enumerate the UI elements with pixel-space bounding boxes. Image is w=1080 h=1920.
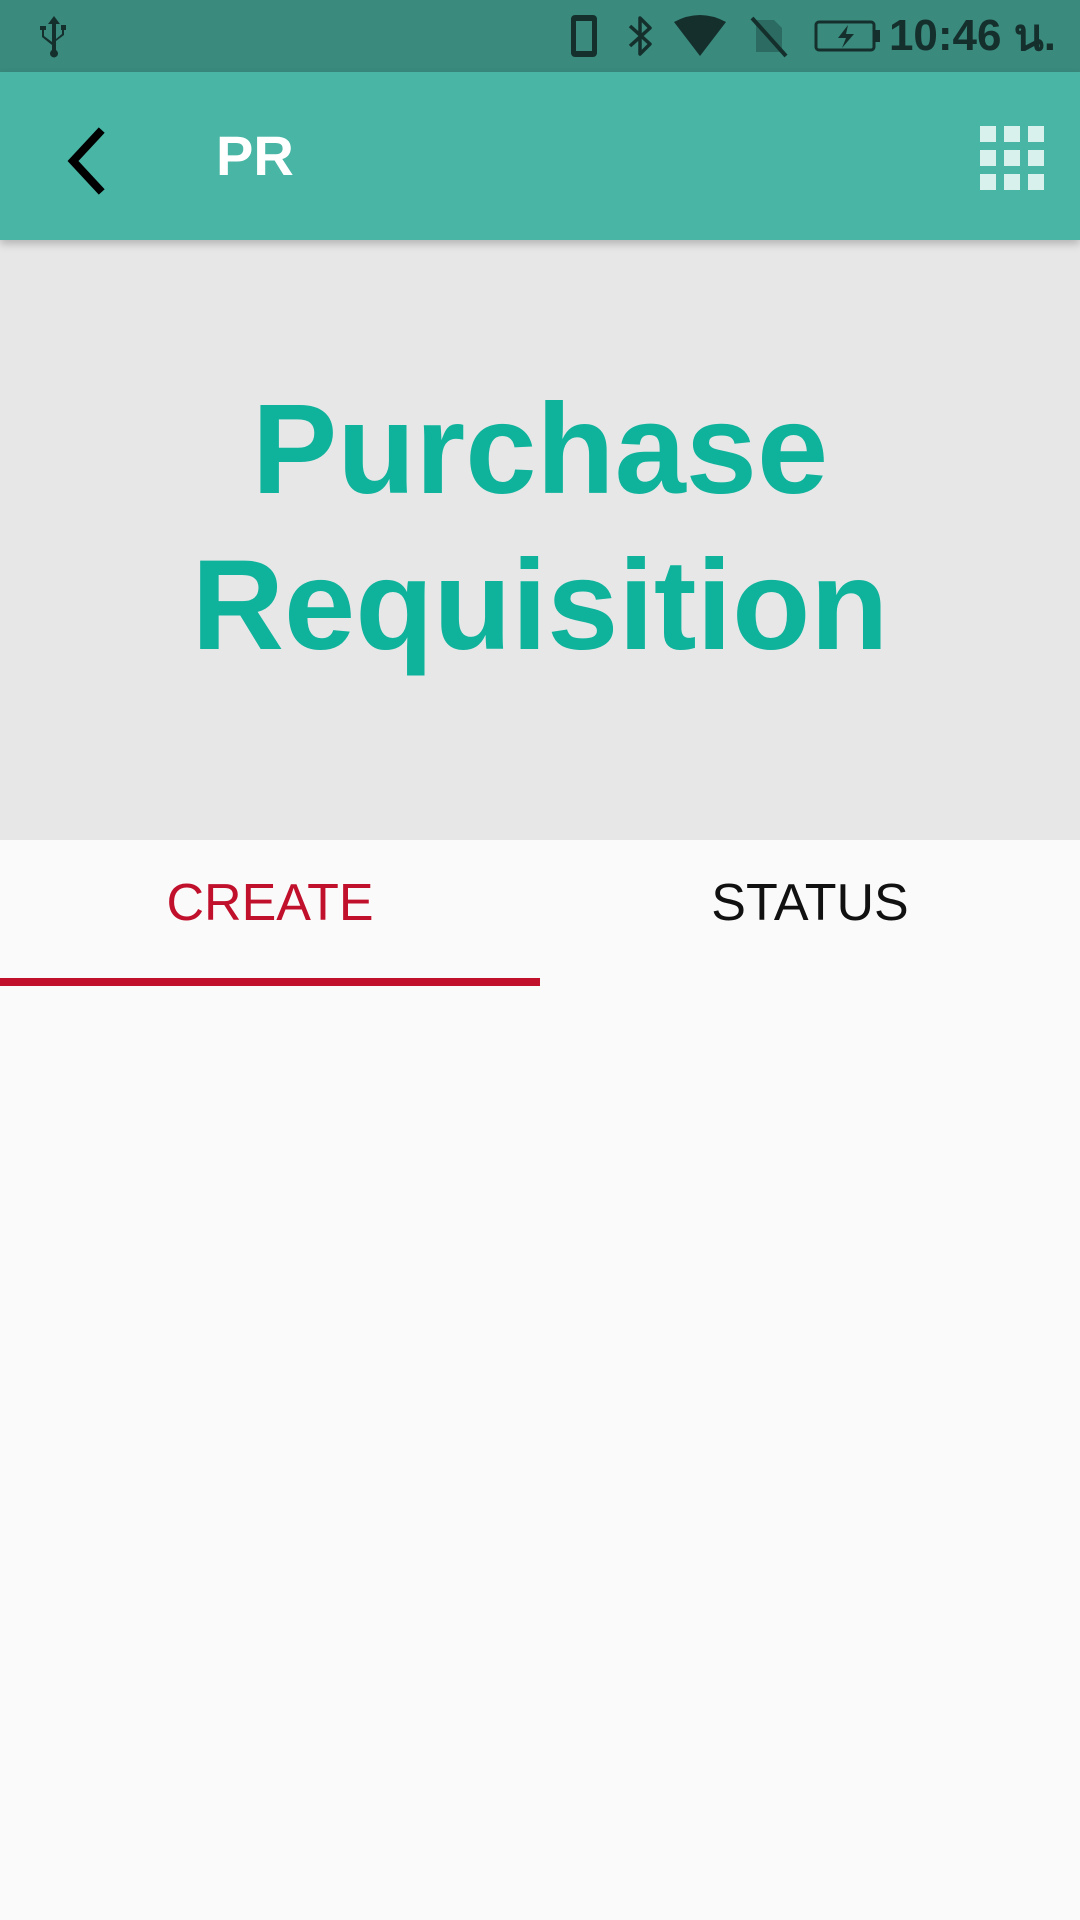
page-title-line1: Purchase xyxy=(251,378,829,521)
app-screen: 10:46 น. PR Purchase Requisition CREATE … xyxy=(0,0,1080,1920)
tab-bar: CREATE STATUS xyxy=(0,840,1080,986)
phone-icon xyxy=(571,15,597,57)
status-bar: 10:46 น. xyxy=(0,0,1080,72)
back-button[interactable] xyxy=(40,116,130,206)
tab-status[interactable]: STATUS xyxy=(540,840,1080,986)
status-clock: 10:46 น. xyxy=(888,11,1056,60)
tab-create-label: CREATE xyxy=(166,874,374,932)
apps-menu-button[interactable] xyxy=(972,118,1052,198)
battery-charging-icon xyxy=(814,20,880,52)
page-title-line2: Requisition xyxy=(191,534,889,677)
tab-selected-indicator xyxy=(0,978,540,986)
wifi-icon xyxy=(674,15,726,56)
header-banner: Purchase Requisition xyxy=(0,240,1080,840)
chevron-left-icon xyxy=(67,127,105,195)
tab-create[interactable]: CREATE xyxy=(0,840,540,986)
no-sim-icon xyxy=(750,16,788,58)
grid-apps-icon xyxy=(980,126,1044,190)
tab-status-label: STATUS xyxy=(711,874,909,932)
usb-icon xyxy=(40,16,66,58)
app-title: PR xyxy=(216,124,294,187)
app-bar: PR xyxy=(0,72,1080,240)
tab-content xyxy=(0,986,1080,1920)
page-title: Purchase Requisition xyxy=(192,372,889,684)
bluetooth-icon xyxy=(628,16,652,56)
